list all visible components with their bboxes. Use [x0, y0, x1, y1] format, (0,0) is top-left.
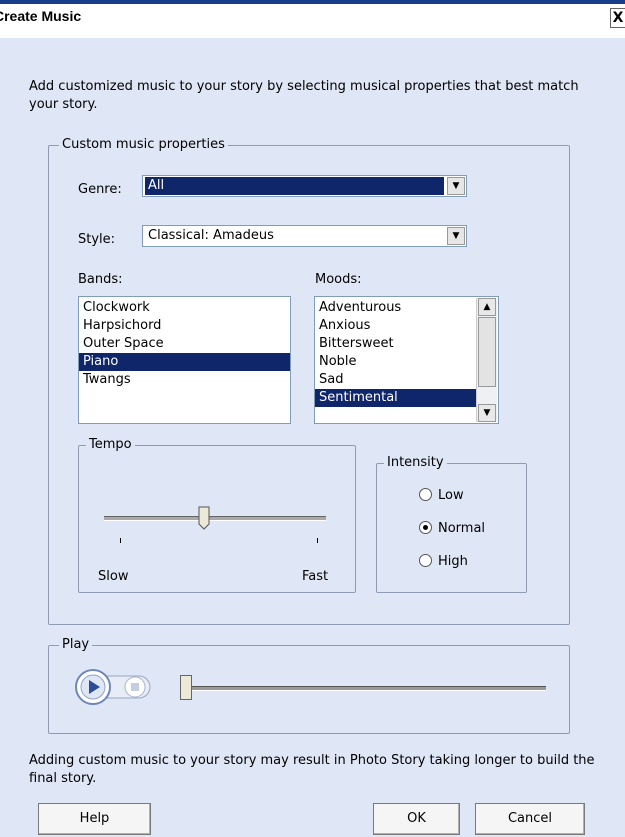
tempo-legend: Tempo	[86, 436, 135, 454]
bands-list-item[interactable]: Twangs	[79, 371, 290, 389]
play-seek-track[interactable]	[190, 686, 546, 691]
style-value: Classical: Amadeus	[148, 228, 274, 243]
moods-list-item[interactable]: Sad	[315, 371, 477, 389]
bands-label: Bands:	[78, 272, 123, 287]
scroll-up-icon[interactable]: ▲	[478, 298, 496, 316]
play-legend: Play	[59, 636, 93, 654]
radio-icon[interactable]	[419, 488, 432, 501]
genre-dropdown[interactable]: All ▼	[142, 175, 467, 197]
bands-listbox[interactable]: Clockwork Harpsichord Outer Space Piano Twan…	[78, 296, 291, 424]
moods-list-item[interactable]: Anxious	[315, 317, 477, 335]
moods-list-item[interactable]: Bittersweet	[315, 335, 477, 353]
play-controls	[74, 668, 159, 706]
moods-listbox[interactable]: Adventurous Anxious Bittersweet Noble Sad Sen…	[314, 296, 499, 424]
title-bar: Create Music X	[0, 0, 625, 38]
style-dropdown[interactable]: Classical: Amadeus ▼	[142, 225, 467, 247]
moods-list-item[interactable]: Sentimental	[315, 389, 477, 407]
intensity-option-label: High	[438, 554, 468, 569]
tempo-slider-track[interactable]	[104, 516, 326, 521]
moods-label: Moods:	[315, 272, 362, 287]
genre-label: Genre:	[78, 182, 122, 197]
moods-list-item[interactable]: Adventurous	[315, 299, 477, 317]
ok-button[interactable]: OK	[373, 803, 460, 835]
bands-list-item[interactable]: Piano	[79, 353, 290, 371]
style-label: Style:	[78, 232, 116, 247]
intensity-option-normal[interactable]: Normal	[419, 519, 485, 539]
radio-icon[interactable]	[419, 521, 432, 534]
chevron-down-icon[interactable]: ▼	[447, 177, 465, 195]
tempo-tick-min	[120, 538, 121, 543]
intensity-option-high[interactable]: High	[419, 552, 468, 572]
bands-list-item[interactable]: Harpsichord	[79, 317, 290, 335]
scroll-thumb[interactable]	[478, 317, 496, 387]
intensity-legend: Intensity	[384, 454, 447, 472]
intensity-option-label: Low	[438, 488, 464, 503]
footer-text: Adding custom music to your story may re…	[29, 753, 595, 786]
tempo-fast-label: Fast	[302, 569, 329, 584]
radio-icon[interactable]	[419, 554, 432, 567]
moods-list-item[interactable]: Noble	[315, 353, 477, 371]
tempo-slider-thumb[interactable]	[198, 506, 210, 530]
tempo-tick-max	[317, 538, 318, 543]
chevron-down-icon[interactable]: ▼	[447, 227, 465, 245]
custom-music-legend: Custom music properties	[59, 136, 228, 154]
moods-scrollbar[interactable]: ▲ ▼	[476, 298, 497, 422]
intro-text: Add customized music to your story by se…	[29, 79, 579, 112]
genre-value: All	[145, 177, 444, 195]
scroll-down-icon[interactable]: ▼	[478, 404, 496, 422]
bands-list-item[interactable]: Outer Space	[79, 335, 290, 353]
bands-list-item[interactable]: Clockwork	[79, 299, 290, 317]
help-button[interactable]: Help	[38, 803, 151, 835]
tempo-slow-label: Slow	[98, 569, 129, 584]
stop-icon	[131, 683, 139, 691]
close-button[interactable]: X	[610, 8, 625, 28]
intensity-option-label: Normal	[438, 521, 486, 536]
window-title: Create Music	[0, 8, 82, 24]
cancel-button[interactable]: Cancel	[475, 803, 585, 835]
intensity-option-low[interactable]: Low	[419, 486, 464, 506]
play-seek-thumb[interactable]	[180, 675, 192, 700]
